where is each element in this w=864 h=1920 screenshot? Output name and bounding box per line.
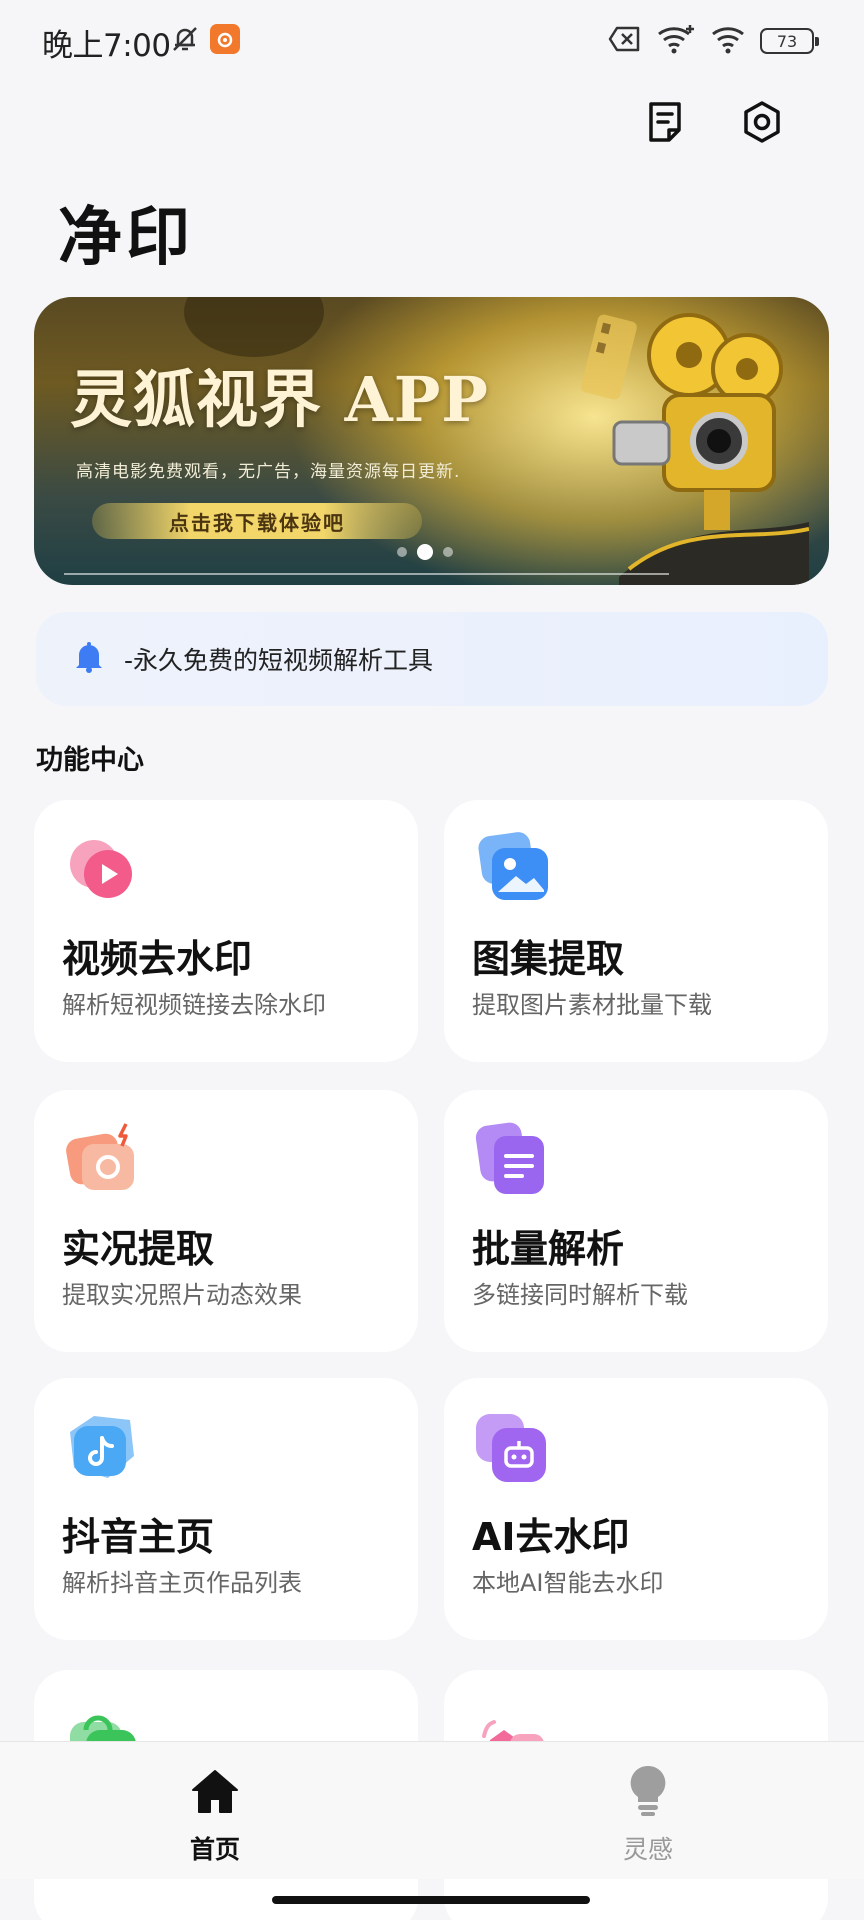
battery-level: 73 (776, 31, 798, 51)
feature-desc: 提取图片素材批量下载 (472, 991, 712, 1019)
home-indicator[interactable] (272, 1896, 590, 1904)
feature-card-gallery[interactable]: 图集提取 提取图片素材批量下载 (444, 800, 828, 1062)
feature-title: 图集提取 (472, 937, 625, 981)
banner-download-button[interactable]: 点击我下载体验吧 (92, 503, 422, 539)
feature-desc: 多链接同时解析下载 (472, 1281, 688, 1309)
status-time: 晚上7:00 (42, 28, 171, 64)
banner-pagination (397, 544, 453, 560)
feature-desc: 解析短视频链接去除水印 (62, 991, 326, 1019)
app-notification-icon (210, 24, 240, 54)
notice-bar: -永久免费的短视频解析工具 (36, 612, 828, 706)
page-title: 净印 (58, 201, 194, 275)
bell-icon (74, 641, 104, 677)
feature-title: 视频去水印 (62, 937, 253, 981)
home-icon (192, 1770, 238, 1813)
notes-icon[interactable] (644, 100, 688, 144)
banner-progress-line (64, 573, 669, 575)
feature-desc: 提取实况照片动态效果 (62, 1281, 302, 1309)
nav-inspiration-label: 灵感 (622, 1835, 673, 1864)
banner-dot-3[interactable] (443, 547, 453, 557)
banner-dot-1[interactable] (397, 547, 407, 557)
feature-title: 实况提取 (62, 1227, 215, 1271)
section-title: 功能中心 (36, 745, 144, 776)
feature-card-live-photo[interactable]: 实况提取 提取实况照片动态效果 (34, 1090, 418, 1352)
feature-card-video-watermark[interactable]: 视频去水印 解析短视频链接去除水印 (34, 800, 418, 1062)
bottom-nav: 首页 灵感 (0, 1741, 864, 1879)
feature-title: 批量解析 (472, 1227, 625, 1271)
nav-home-label: 首页 (189, 1835, 240, 1864)
image-gallery-icon (474, 830, 554, 910)
settings-gear-icon[interactable] (740, 100, 784, 144)
feature-title: AI去水印 (472, 1515, 630, 1559)
notice-text: -永久免费的短视频解析工具 (124, 646, 434, 675)
banner-decor (184, 297, 324, 357)
feature-desc: 解析抖音主页作品列表 (62, 1569, 302, 1597)
feature-card-ai-watermark[interactable]: AI去水印 本地AI智能去水印 (444, 1378, 828, 1640)
feature-title: 抖音主页 (62, 1515, 215, 1559)
status-right-group: 73 (608, 24, 819, 58)
banner-dot-2[interactable] (417, 544, 433, 560)
feature-desc: 本地AI智能去水印 (472, 1569, 664, 1597)
wifi-icon (710, 24, 746, 58)
home-screen: 晚上7:00 73 净印 灵狐视界 APP 高清电影免费观看，无广告，海量资源每… (0, 0, 864, 1920)
ai-robot-icon (474, 1408, 554, 1488)
status-bar: 晚上7:00 73 (0, 0, 864, 80)
banner-subtitle: 高清电影免费观看，无广告，海量资源每日更新. (76, 462, 461, 482)
promo-banner[interactable]: 灵狐视界 APP 高清电影免费观看，无广告，海量资源每日更新. 点击我下载体验吧 (34, 297, 829, 585)
video-play-icon (64, 830, 144, 910)
muted-bell-icon (170, 24, 200, 54)
battery-indicator: 73 (760, 28, 819, 54)
lightbulb-icon (630, 1765, 666, 1816)
sim-disabled-icon (608, 26, 642, 56)
movie-camera-icon (519, 297, 810, 585)
feature-card-douyin-profile[interactable]: 抖音主页 解析抖音主页作品列表 (34, 1378, 418, 1640)
feature-card-batch[interactable]: 批量解析 多链接同时解析下载 (444, 1090, 828, 1352)
banner-title: 灵狐视界 APP (70, 363, 489, 436)
nav-inspiration[interactable]: 灵感 (588, 1762, 708, 1864)
document-stack-icon (474, 1120, 554, 1200)
douyin-icon (64, 1408, 144, 1488)
nav-home[interactable]: 首页 (155, 1762, 275, 1864)
live-camera-icon (64, 1120, 144, 1200)
wifi-plus-icon (656, 24, 696, 58)
